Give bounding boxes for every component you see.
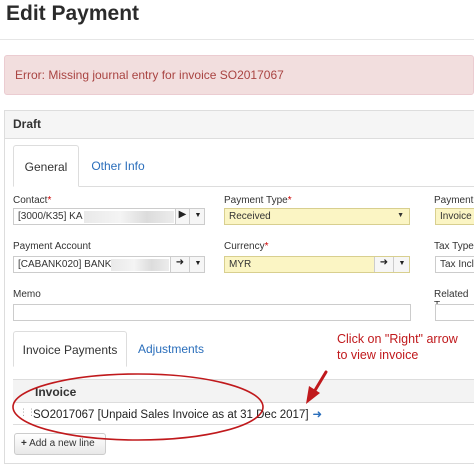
annotation-overlay [12, 370, 328, 441]
annotation-arrow-icon [306, 370, 328, 404]
annotation-ellipse [12, 373, 264, 441]
